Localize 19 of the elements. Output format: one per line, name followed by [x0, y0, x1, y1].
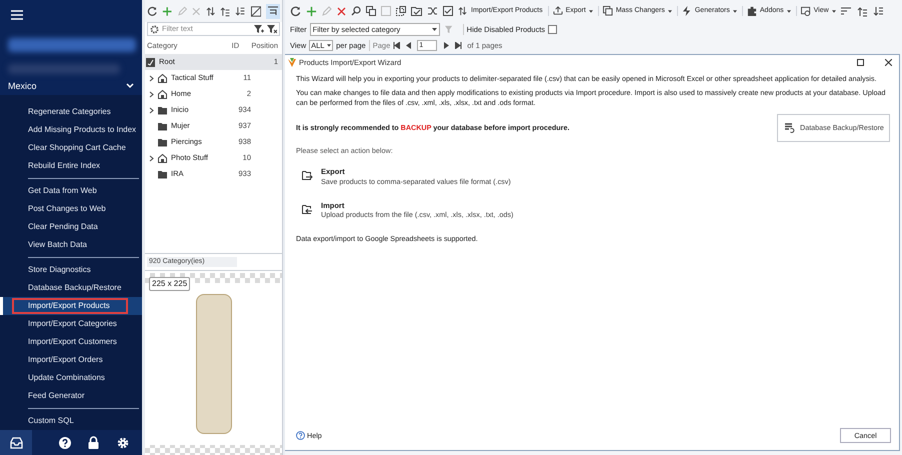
menu-item[interactable]: Clear Pending Data — [28, 221, 98, 233]
menu-item[interactable]: Get Data from Web — [28, 185, 97, 197]
menu-item[interactable]: Import/Export Products — [12, 298, 128, 314]
menu-item[interactable]: Import/Export Categories — [28, 318, 117, 330]
menu-item[interactable]: Feed Generator — [28, 390, 84, 402]
menu-item[interactable]: Store Diagnostics — [28, 264, 91, 276]
menu-item[interactable]: View Batch Data — [28, 239, 87, 251]
image-size-label: 225 x 225 — [149, 277, 190, 291]
menu-item[interactable]: Import/Export Orders — [28, 354, 103, 366]
menu-item[interactable]: Add Missing Products to Index — [28, 124, 136, 136]
menu-item[interactable]: Regenerate Categories — [28, 106, 111, 118]
region-selector[interactable]: Mexico — [0, 78, 142, 95]
menu-item[interactable]: Update Combinations — [28, 372, 105, 384]
menu-item[interactable]: Custom SQL — [28, 415, 74, 427]
menu-item[interactable]: Import/Export Customers — [28, 336, 117, 348]
menu-item[interactable]: Clear Shopping Cart Cache — [28, 142, 126, 154]
menu-item[interactable]: Rebuild Entire Index — [28, 160, 100, 172]
menu-item[interactable]: Post Changes to Web — [28, 203, 106, 215]
menu-item[interactable]: Database Backup/Restore — [28, 282, 122, 294]
